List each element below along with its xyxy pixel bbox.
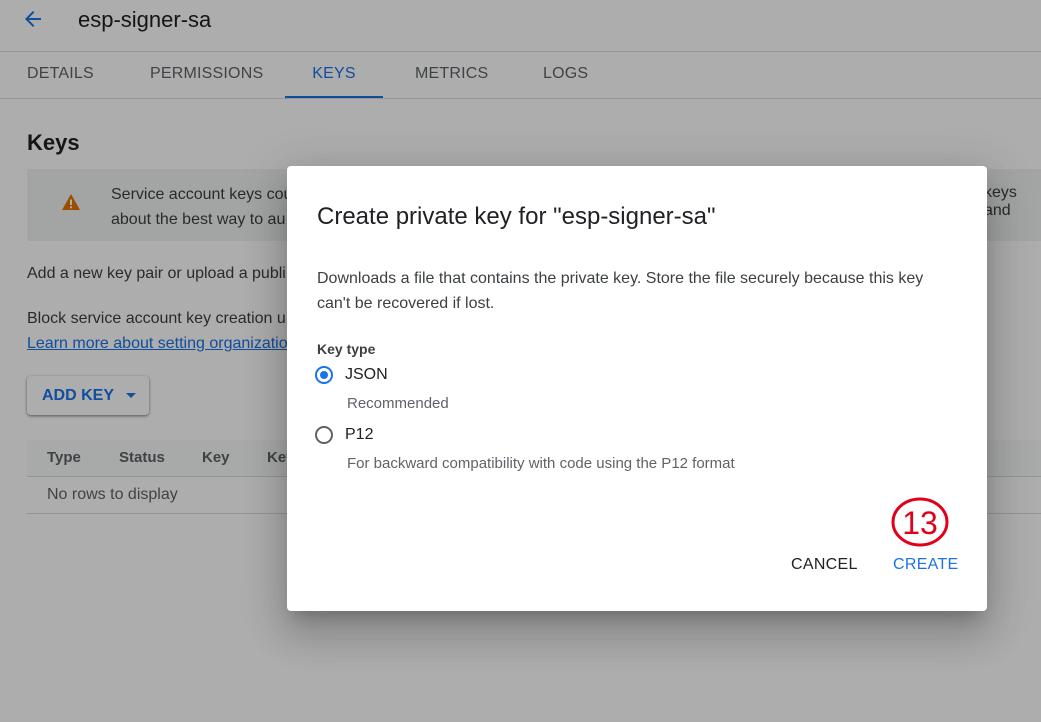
step-annotation: 13 — [891, 497, 949, 547]
dialog-title: Create private key for "esp-signer-sa" — [317, 203, 716, 230]
create-button[interactable]: CREATE — [893, 556, 959, 574]
key-type-label: Key type — [317, 341, 376, 357]
radio-json-label: JSON — [345, 366, 388, 383]
step-annotation-number: 13 — [902, 505, 938, 541]
radio-unchecked-icon[interactable] — [315, 426, 333, 444]
service-account-page: esp-signer-sa DETAILS PERMISSIONS KEYS M… — [0, 0, 1041, 722]
radio-p12-label: P12 — [345, 426, 374, 443]
radio-json-help: Recommended — [347, 395, 449, 412]
radio-checked-icon[interactable] — [315, 366, 333, 384]
create-key-dialog: Create private key for "esp-signer-sa" D… — [287, 166, 987, 611]
radio-p12-help: For backward compatibility with code usi… — [347, 455, 735, 472]
cancel-button[interactable]: CANCEL — [791, 556, 858, 574]
radio-json[interactable]: JSON — [315, 366, 388, 384]
radio-p12[interactable]: P12 — [315, 426, 373, 444]
dialog-description: Downloads a file that contains the priva… — [317, 270, 924, 312]
